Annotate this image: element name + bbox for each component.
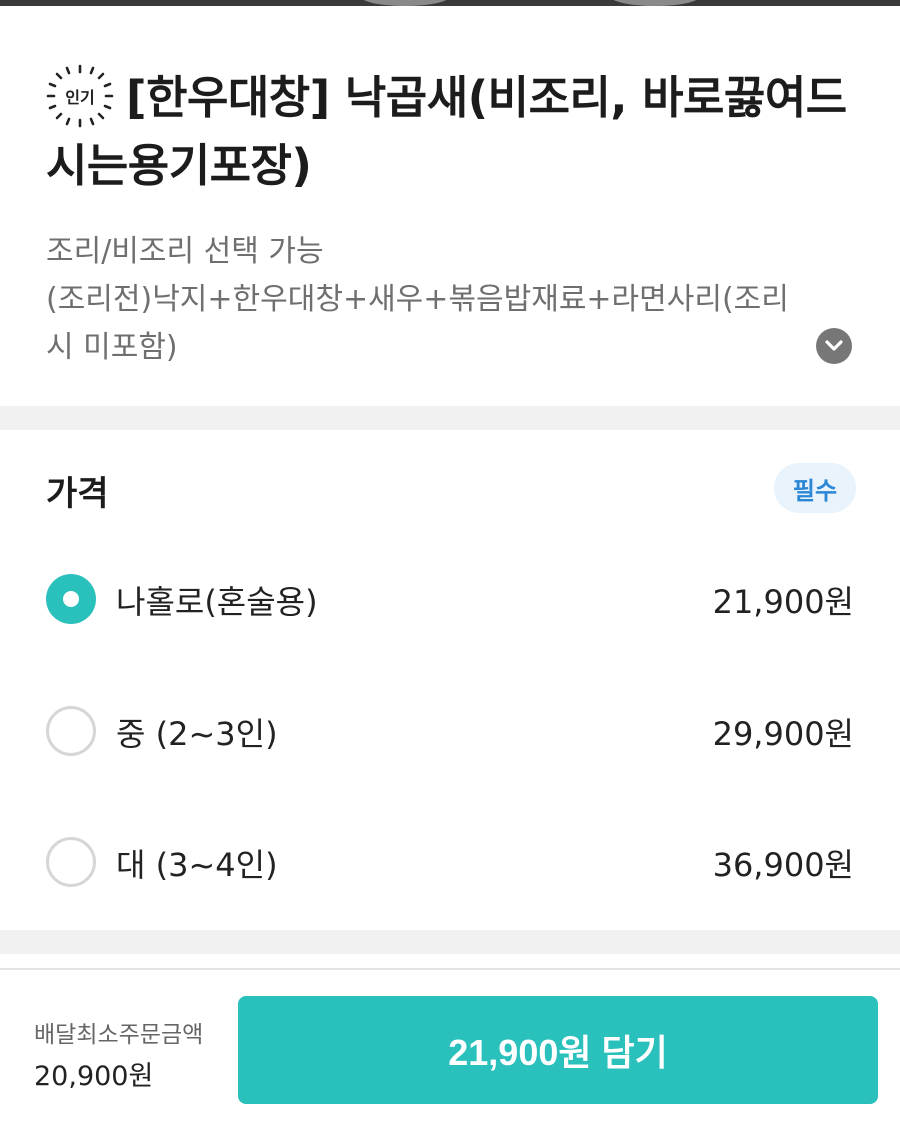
option-label: 나홀로(혼술용) — [116, 583, 318, 621]
menu-description: 조리/비조리 선택 가능 (조리전)낙지+한우대창+새우+볶음밥재료+라면사리(… — [46, 228, 846, 372]
option-price: 29,900원 — [712, 715, 854, 753]
min-order-value: 20,900원 — [34, 1061, 154, 1092]
menu-description-line: 시 미포함) — [46, 330, 178, 365]
option-price: 21,900원 — [712, 583, 854, 621]
option-label: 대 (3~4인) — [116, 846, 278, 884]
chevron-down-icon — [825, 340, 843, 351]
option-label: 중 (2~3인) — [116, 715, 278, 753]
price-option[interactable]: 중 (2~3인) 29,900원 — [0, 696, 900, 766]
price-option[interactable]: 대 (3~4인) 36,900원 — [0, 827, 900, 897]
section-divider — [0, 930, 900, 954]
price-heading: 가격 — [46, 474, 109, 514]
menu-info-section: 인기 [한우대창] 낙곱새(비조리, 바로끓여드시는용기포장) 조리/비조리 선… — [0, 6, 900, 406]
price-section: 가격 필수 나홀로(혼술용) 21,900원 중 (2~3인) 29,900원 … — [0, 430, 900, 930]
required-badge: 필수 — [774, 463, 856, 513]
expand-description-button[interactable] — [816, 328, 852, 364]
menu-title-block: [한우대창] 낙곱새(비조리, 바로끓여드시는용기포장) — [46, 64, 866, 200]
menu-title: [한우대창] 낙곱새(비조리, 바로끓여드시는용기포장) — [46, 71, 847, 192]
add-to-cart-button[interactable]: 21,900원 담기 — [238, 996, 878, 1104]
menu-description-line: (조리전)낙지+한우대창+새우+볶음밥재료+라면사리(조리 — [46, 282, 789, 317]
section-divider — [0, 406, 900, 430]
radio-button-selected[interactable] — [46, 574, 96, 624]
menu-description-line: 조리/비조리 선택 가능 — [46, 234, 324, 269]
radio-button[interactable] — [46, 706, 96, 756]
min-order-label: 배달최소주문금액 — [34, 1022, 204, 1048]
radio-button[interactable] — [46, 837, 96, 887]
bottom-order-bar: 배달최소주문금액 20,900원 21,900원 담기 — [0, 968, 900, 1121]
option-price: 36,900원 — [712, 846, 854, 884]
price-option[interactable]: 나홀로(혼술용) 21,900원 — [0, 564, 900, 634]
